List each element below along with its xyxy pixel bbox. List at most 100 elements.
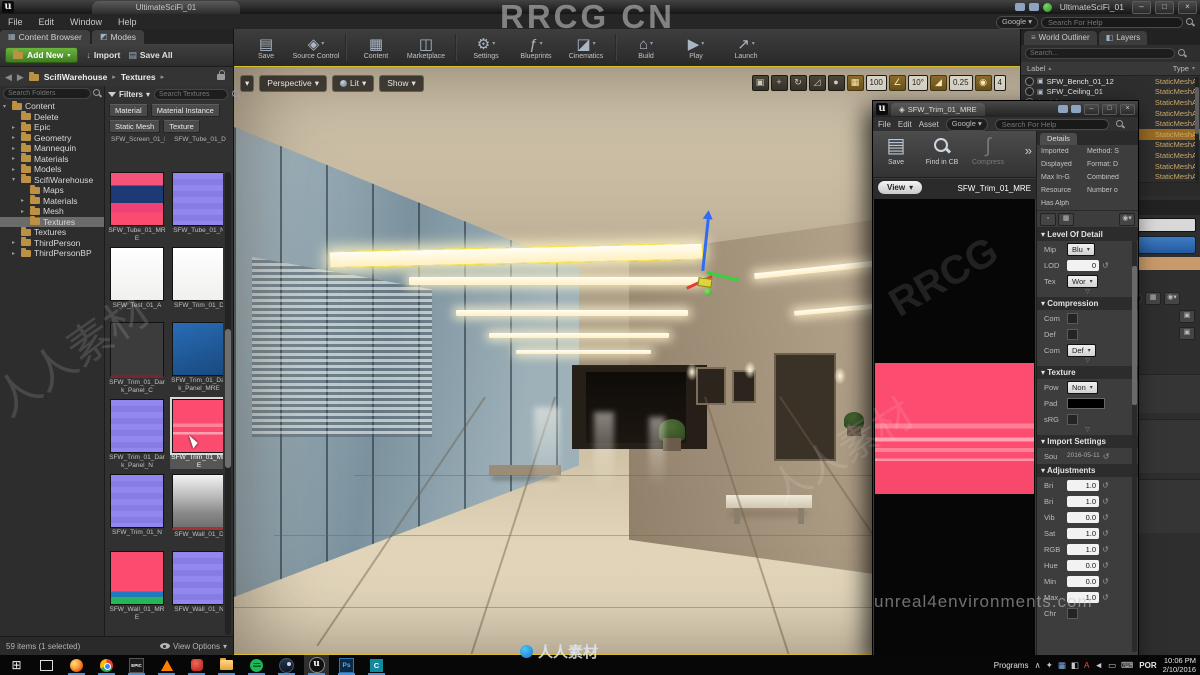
camera-speed-value[interactable]: 4 [993,75,1006,91]
taskbar-unreal-engine-icon[interactable]: u [304,655,329,675]
menu-file[interactable]: File [878,120,891,129]
checkbox-chr[interactable] [1067,607,1078,619]
field-bri[interactable]: 1.0 [1067,495,1099,507]
view-dropdown-button[interactable]: View ▾ [878,181,923,194]
language-indicator[interactable]: POR [1139,661,1156,670]
chevron-right-icon[interactable]: ▸ [12,134,18,141]
taskbar-task-view-icon[interactable] [34,655,59,675]
reset-icon[interactable]: ↺ [1102,497,1109,506]
outliner-row[interactable]: ▣ SFW_Ceiling_01 StaticMeshA [1021,87,1200,98]
tab-world-outliner[interactable]: ≡ World Outliner [1024,31,1097,45]
asset-label[interactable]: SFW_Tube_01_D [173,136,227,160]
field-bri[interactable]: 1.0 [1067,479,1099,491]
menu-edit[interactable]: Edit [39,17,55,27]
texteditor-save-button[interactable]: ▤ Save [873,131,919,177]
taskbar-red-app-icon[interactable] [184,655,209,675]
chevron-right-icon[interactable]: ▸ [12,145,18,152]
grid-snap-toggle-button[interactable]: ▦ [846,75,864,91]
field-sat[interactable]: 1.0 [1067,527,1099,539]
asset-sfw-trim-01-mre[interactable]: SFW_Trim_01_MRE [170,397,223,469]
reset-icon[interactable]: ↺ [1102,577,1109,586]
search-folders-input[interactable] [3,88,91,99]
section-compression[interactable]: ▾ Compression [1037,297,1138,310]
chevron-right-icon[interactable]: ▸ [21,197,27,204]
checkbox-srg[interactable] [1067,413,1078,425]
chevron-right-icon[interactable]: ▸ [12,239,18,246]
lock-icon[interactable]: ▣ [1179,327,1195,340]
color-field-pad[interactable] [1067,397,1105,409]
tree-item-thirdperson[interactable]: ▸ ThirdPerson [0,237,104,249]
taskbar-spotify-icon[interactable] [244,655,269,675]
toolbar-launch-button[interactable]: ↗ ▾ Launch [721,35,771,60]
scale-snap-toggle-value[interactable]: 0.25 [948,75,973,91]
view-options-button[interactable]: View Options ▾ [159,642,227,651]
texture-details-tab[interactable]: Details [1037,131,1138,145]
search-icon[interactable] [93,89,102,98]
tree-item-maps[interactable]: Maps [0,184,104,196]
field-min[interactable]: 0.0 [1067,575,1099,587]
add-new-button[interactable]: Add New ▾ [5,47,79,63]
tray-chevron-up-icon[interactable]: ∧ [1034,660,1040,671]
section-expander[interactable]: ▽ [1037,358,1138,366]
asset-sfw-trim-01-n[interactable]: SFW_Trim_01_N [108,474,166,546]
chevron-right-icon[interactable]: ▸ [12,155,18,162]
tree-item-mannequin[interactable]: ▸ Mannequin [0,142,104,154]
chevron-right-icon[interactable]: ▸ [21,208,27,215]
tree-item-materials[interactable]: ▸ Materials [0,153,104,165]
toolbar-content-button[interactable]: ▦ Content [351,35,401,60]
section-adjustments[interactable]: ▾ Adjustments [1037,464,1138,477]
feedback-bubble-icon[interactable] [1058,105,1068,113]
eye-filter-icon[interactable]: ◉▾ [1119,212,1135,226]
tree-item-epic[interactable]: ▸ Epic [0,121,104,133]
dropdown-mip[interactable]: Blu ▾ [1067,242,1095,256]
column-label[interactable]: Label [1027,64,1045,73]
rotation-snap-toggle-button[interactable]: ∠ [888,75,906,91]
section-texture[interactable]: ▾ Texture [1037,366,1138,379]
texture-preview-area[interactable] [874,199,1035,655]
section-expander[interactable]: ▽ [1037,427,1138,435]
select-tool-button[interactable]: ▣ [751,75,769,91]
tray-volume-icon[interactable]: ◄ [1095,660,1103,670]
search-icon[interactable] [232,89,241,99]
tab-modes[interactable]: ◩ Modes [91,30,144,44]
search-assets-input[interactable] [154,88,229,100]
maximize-button[interactable]: □ [1102,103,1117,115]
filter-chip-static-mesh[interactable]: Static Mesh [109,120,161,133]
dropdown-com[interactable]: Def ▾ [1067,343,1096,357]
tree-item-textures[interactable]: Textures [0,216,104,227]
toolbar-play-button[interactable]: ▶ ▾ Play [671,35,721,60]
checkbox-def[interactable] [1067,328,1078,340]
filters-button[interactable]: Filters ▾ [108,90,150,99]
save-all-button[interactable]: ▤ Save All [128,50,172,61]
feedback-bubble-icon[interactable] [1071,105,1081,113]
chevron-right-icon[interactable]: ▸ [12,166,18,173]
grid-view-icon[interactable]: ▦ [1058,212,1074,226]
taskbar-capture-icon[interactable]: C [364,655,389,675]
toolbar-settings-button[interactable]: ⚙ ▾ Settings [461,35,511,60]
forward-arrow-icon[interactable]: ▶ [17,72,24,83]
menu-edit[interactable]: Edit [898,120,912,129]
feedback-bubble-icon[interactable] [1014,3,1025,11]
chevron-down-icon[interactable]: ▾ [3,103,9,110]
back-arrow-icon[interactable]: ◀ [5,72,12,83]
outliner-search-input[interactable] [1025,48,1175,59]
menu-window[interactable]: Window [70,17,102,27]
menu-asset[interactable]: Asset [919,120,939,129]
assets-scrollbar[interactable] [225,172,231,635]
field-hue[interactable]: 0.0 [1067,559,1099,571]
scrollbar-thumb[interactable] [225,329,231,469]
tray-notifications-icon[interactable]: ▭ [1108,660,1116,671]
texture-editor-tab[interactable]: ◈ SFW_Trim_01_MRE [891,102,985,116]
taskbar-epic-games-icon[interactable]: EPIC [124,655,149,675]
taskbar-start-icon[interactable]: ⊞ [4,655,29,675]
world-space-toggle-button[interactable]: ● [827,75,845,91]
tree-item-models[interactable]: ▸ Models [0,163,104,175]
reset-icon[interactable]: ↺ [1102,513,1109,522]
texteditor-compress-button[interactable]: ∫ Compress [965,131,1011,177]
outliner-scrollbar[interactable] [1195,77,1199,181]
filter-chip-material-instance[interactable]: Material Instance [150,104,220,117]
section-import-settings[interactable]: ▾ Import Settings [1037,435,1138,448]
chevron-down-icon[interactable]: ▾ [12,176,18,183]
outliner-row[interactable]: ▣ SFW_Bench_01_12 StaticMeshA [1021,76,1200,87]
chevron-right-icon[interactable]: ▸ [12,250,18,257]
